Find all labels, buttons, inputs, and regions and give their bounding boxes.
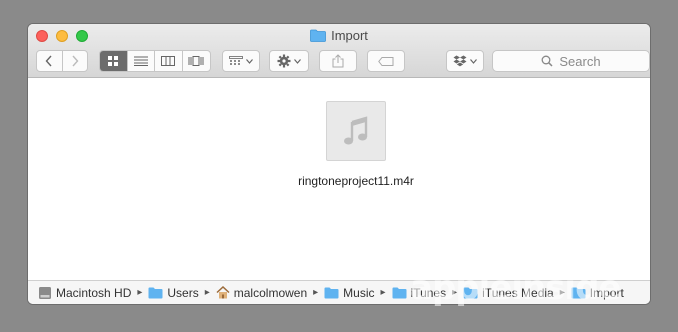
chevron-right-icon: ▸	[204, 287, 210, 298]
folder-icon	[392, 287, 407, 298]
chevron-right-icon: ▸	[380, 287, 386, 298]
hard-drive-icon	[39, 286, 51, 299]
finder-window: Import Search ringtoneproject11.m4r Maci…	[28, 24, 650, 304]
columns-icon	[161, 56, 176, 66]
nav-buttons	[36, 50, 88, 72]
path-item-malcolmowen[interactable]: malcolmowen	[216, 286, 307, 300]
search-placeholder: Search	[559, 53, 601, 69]
path-item-itunes[interactable]: iTunes	[392, 285, 447, 300]
chevron-right-icon: ▸	[559, 287, 565, 298]
arrange-button[interactable]	[222, 50, 260, 72]
icon-grid-icon	[108, 56, 119, 66]
column-view-button[interactable]	[155, 51, 183, 71]
folder-icon	[571, 287, 586, 298]
path-item-label: Import	[589, 285, 624, 300]
path-item-label: malcolmowen	[233, 285, 308, 300]
gear-icon	[277, 54, 291, 68]
icon-view-button[interactable]	[100, 51, 128, 71]
chevron-right-icon: ▸	[313, 287, 319, 298]
folder-icon	[463, 287, 478, 298]
share-icon	[332, 54, 344, 68]
chevron-down-icon	[470, 58, 477, 64]
path-item-label: Music	[343, 285, 375, 300]
path-item-import[interactable]: Import	[571, 286, 624, 300]
folder-icon	[310, 29, 326, 42]
search-icon	[541, 55, 553, 67]
cover-flow-icon	[188, 56, 204, 66]
path-item-label: Macintosh HD	[56, 285, 132, 300]
file-name: ringtoneproject11.m4r	[298, 174, 414, 188]
file-browser-area[interactable]: ringtoneproject11.m4r	[28, 79, 650, 280]
window-title: Import	[28, 28, 650, 43]
tag-icon	[378, 56, 394, 66]
home-icon	[216, 286, 230, 299]
path-item-users[interactable]: Users	[148, 285, 199, 300]
cover-flow-button[interactable]	[183, 51, 210, 71]
list-view-button[interactable]	[128, 51, 155, 71]
folder-icon	[324, 287, 339, 298]
path-item-label: iTunes	[410, 285, 447, 300]
view-mode-control	[99, 50, 211, 72]
folder-icon	[148, 287, 163, 298]
dropbox-icon	[453, 55, 467, 67]
path-bar: Macintosh HD ▸ Users ▸ malcolmowen ▸ Mus…	[28, 280, 650, 304]
chevron-right-icon	[72, 55, 79, 67]
edit-tags-button[interactable]	[367, 50, 405, 72]
action-button[interactable]	[269, 50, 309, 72]
back-button[interactable]	[37, 51, 63, 71]
title-bar: Import Search	[28, 24, 650, 78]
path-item-music[interactable]: Music	[324, 285, 375, 300]
toolbar: Search	[36, 50, 650, 72]
path-item-label: iTunes Media	[482, 285, 554, 300]
window-title-label: Import	[331, 28, 368, 43]
dropbox-button[interactable]	[446, 50, 484, 72]
share-button[interactable]	[319, 50, 357, 72]
forward-button[interactable]	[63, 51, 88, 71]
music-note-icon	[326, 101, 386, 161]
file-item[interactable]: ringtoneproject11.m4r	[296, 101, 416, 189]
chevron-right-icon: ▸	[137, 287, 143, 298]
list-icon	[133, 56, 148, 66]
chevron-right-icon: ▸	[452, 287, 458, 298]
path-item-itunes-media[interactable]: iTunes Media	[463, 286, 554, 300]
chevron-left-icon	[45, 55, 52, 67]
chevron-down-icon	[294, 58, 301, 64]
path-item-label: Users	[167, 285, 199, 300]
chevron-down-icon	[246, 58, 253, 64]
search-field[interactable]: Search	[492, 50, 650, 72]
path-item-macintosh-hd[interactable]: Macintosh HD	[38, 286, 131, 300]
arrange-grid-icon	[229, 56, 243, 65]
